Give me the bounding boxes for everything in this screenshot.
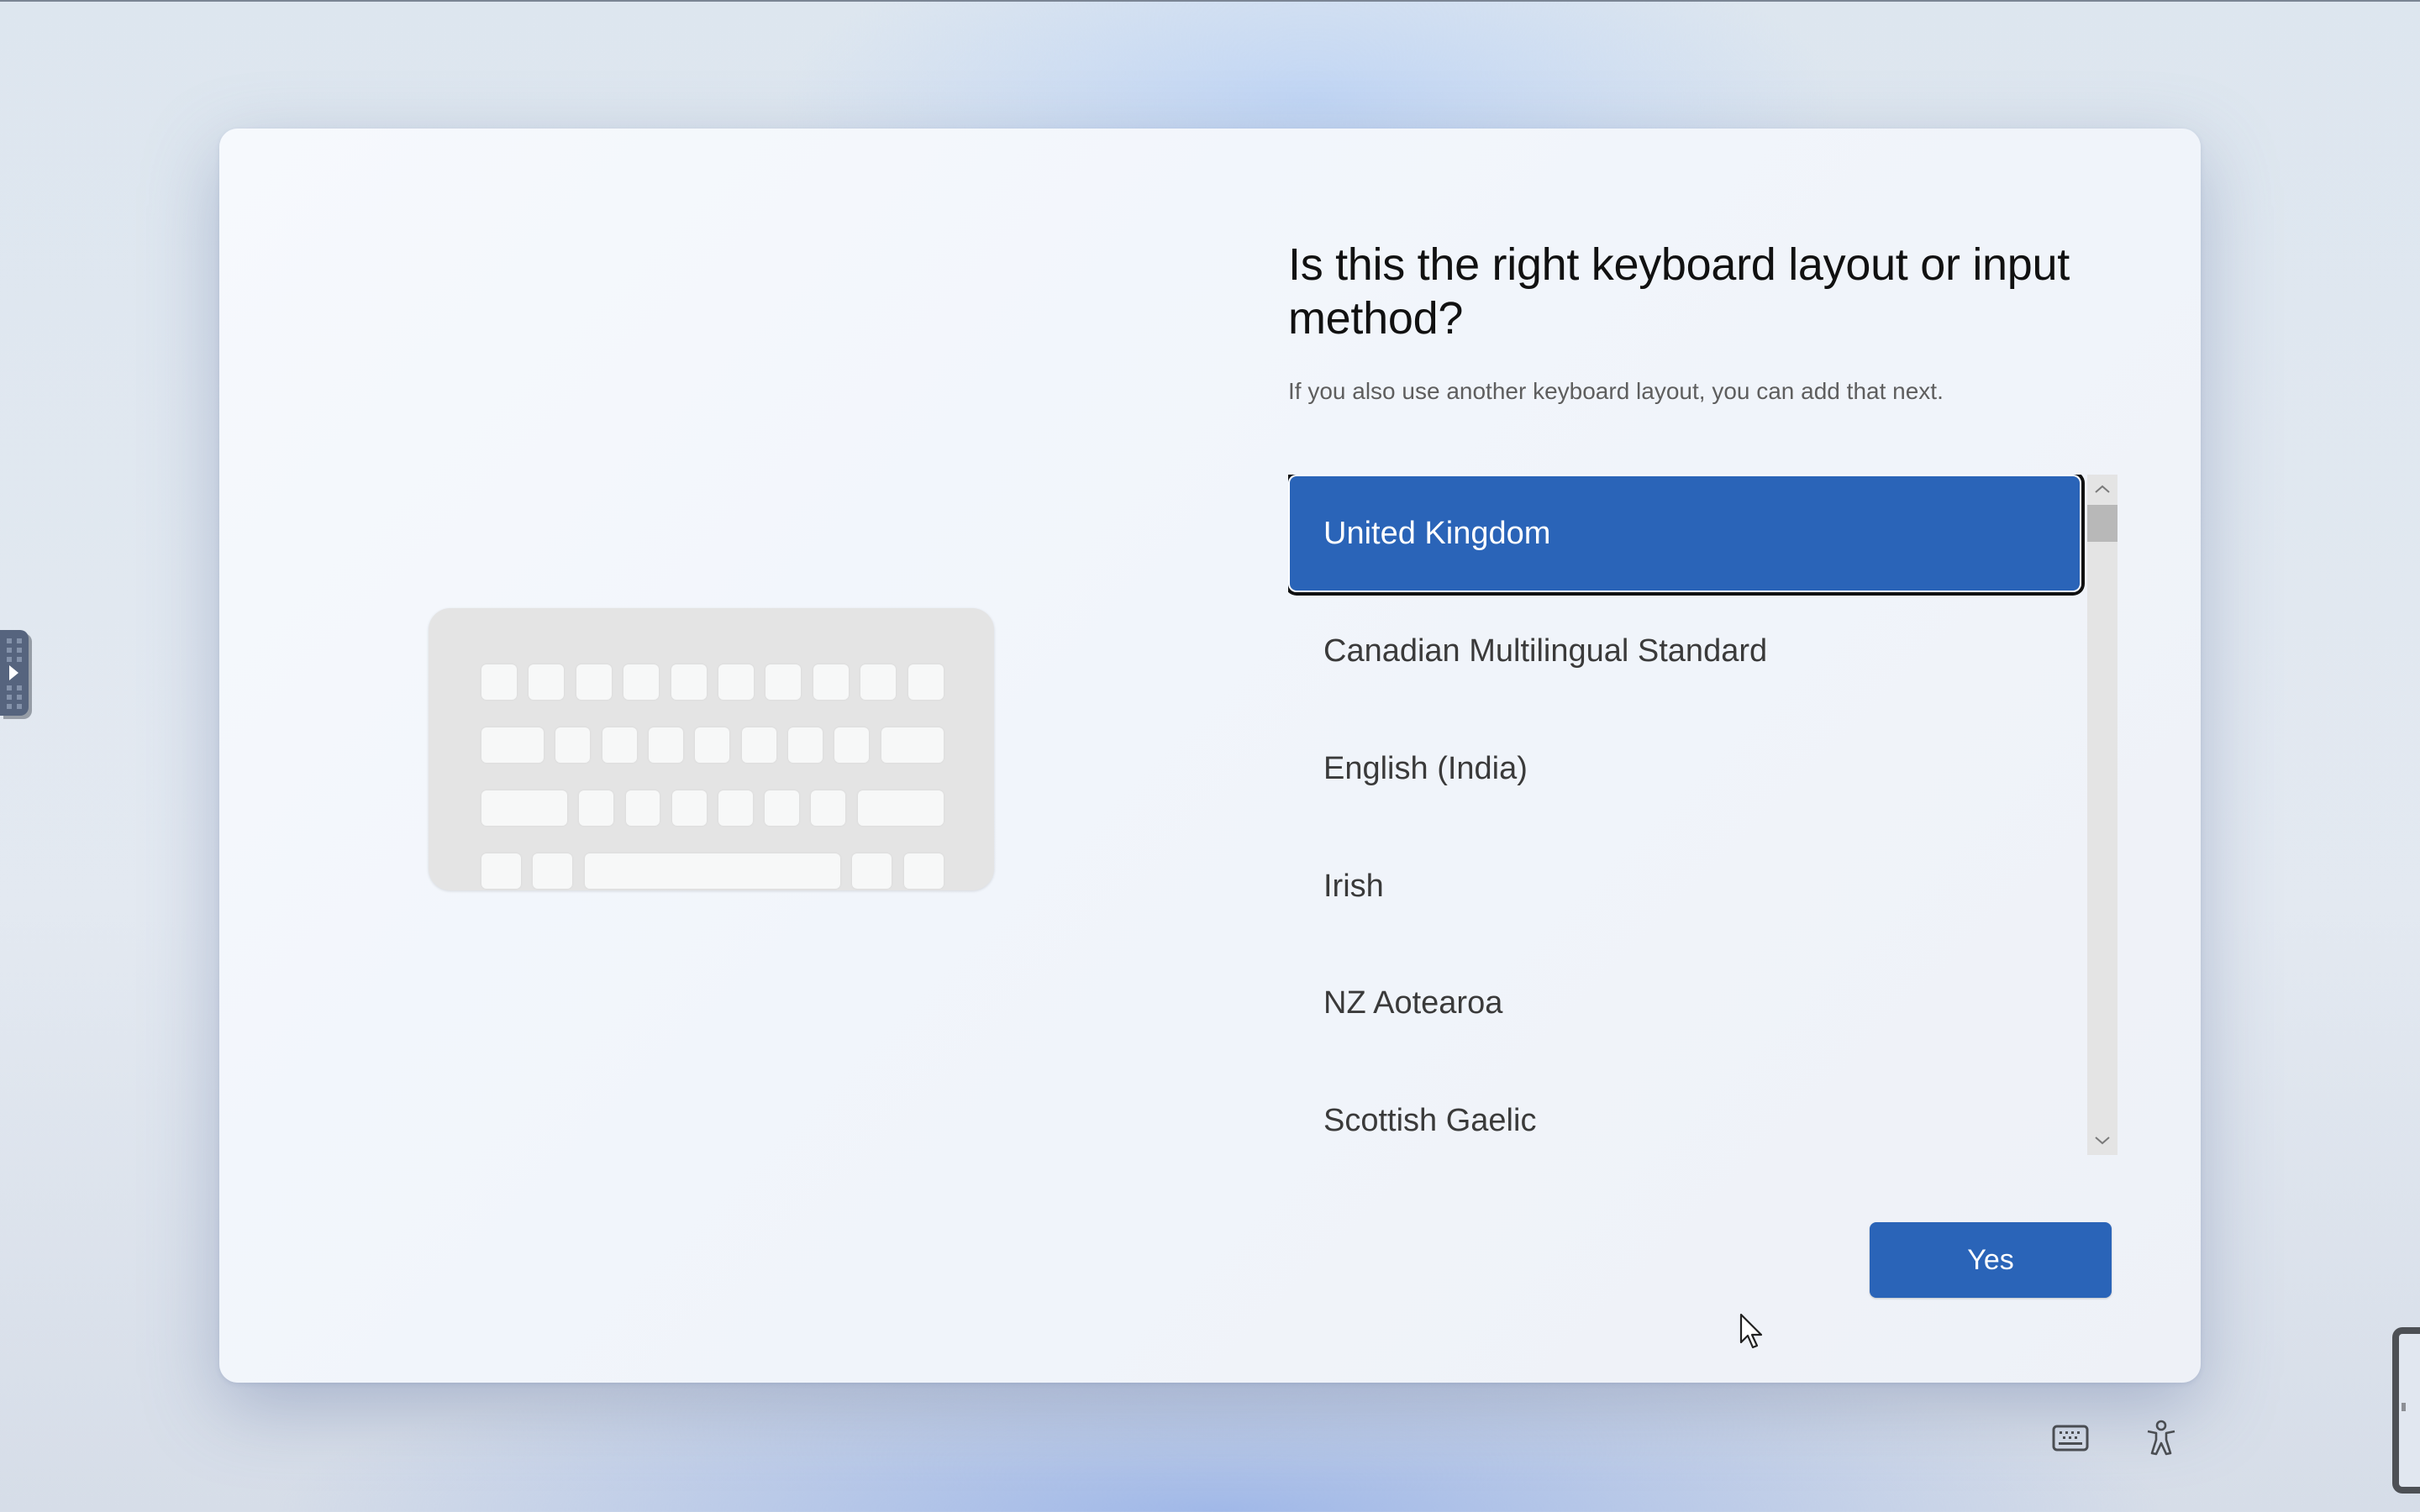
keyboard-key xyxy=(811,790,846,826)
scroll-up-button[interactable] xyxy=(2087,476,2118,501)
keyboard-key xyxy=(718,664,754,700)
keyboard-key xyxy=(695,727,730,763)
list-item-scottish-gaelic[interactable]: Scottish Gaelic xyxy=(1288,1062,2081,1155)
accessibility-icon xyxy=(2147,1420,2175,1456)
keyboard-key xyxy=(860,664,897,700)
list-item-label: Scottish Gaelic xyxy=(1323,1102,1537,1138)
oobe-dialog-card: Is this the right keyboard layout or inp… xyxy=(219,129,2201,1383)
keyboard-settings-button[interactable] xyxy=(2050,1418,2091,1458)
play-icon xyxy=(9,665,18,680)
keyboard-key xyxy=(533,853,573,889)
keyboard-key xyxy=(623,664,660,700)
list-item-canadian-multilingual-standard[interactable]: Canadian Multilingual Standard xyxy=(1288,592,2081,710)
keyboard-key xyxy=(741,727,776,763)
scroll-down-button[interactable] xyxy=(2087,1128,2118,1153)
accessibility-button[interactable] xyxy=(2141,1418,2181,1458)
keyboard-key xyxy=(481,790,567,826)
list-item-nz-aotearoa[interactable]: NZ Aotearoa xyxy=(1288,944,2081,1062)
list-item-label: United Kingdom xyxy=(1323,515,1551,551)
keyboard-key xyxy=(718,790,753,826)
keyboard-key xyxy=(857,790,944,826)
scrollbar-thumb[interactable] xyxy=(2087,505,2118,542)
chevron-up-icon xyxy=(2095,485,2110,493)
keyboard-key xyxy=(584,853,841,889)
grip-dots-bottom xyxy=(7,685,22,709)
top-edge-line xyxy=(0,0,2420,2)
mouse-cursor xyxy=(1738,1312,1768,1357)
keyboard-key xyxy=(908,664,944,700)
edge-tick xyxy=(2402,1403,2406,1411)
keyboard-key xyxy=(788,727,823,763)
list-item-label: Canadian Multilingual Standard xyxy=(1323,633,1768,669)
keyboard-key xyxy=(555,727,591,763)
list-item-irish[interactable]: Irish xyxy=(1288,827,2081,945)
keyboard-illustration xyxy=(429,608,994,890)
list-item-united-kingdom[interactable]: United Kingdom xyxy=(1288,475,2081,592)
keyboard-key xyxy=(602,727,637,763)
keyboard-key xyxy=(648,727,683,763)
keyboard-icon xyxy=(2052,1425,2089,1452)
page-subtitle: If you also use another keyboard layout,… xyxy=(1288,378,1944,404)
edge-device-panel xyxy=(2392,1327,2420,1494)
list-scrollbar[interactable] xyxy=(2087,475,2118,1155)
keyboard-key xyxy=(481,664,517,700)
cursor-arrow-icon xyxy=(1739,1313,1763,1349)
keyboard-key xyxy=(671,664,707,700)
keyboard-key xyxy=(903,853,944,889)
keyboard-key xyxy=(481,853,521,889)
keyboard-key xyxy=(481,727,544,763)
list-item-label: English (India) xyxy=(1323,750,1528,786)
keyboard-key xyxy=(881,727,944,763)
keyboard-key xyxy=(625,790,660,826)
page-title: Is this the right keyboard layout or inp… xyxy=(1288,239,2070,344)
grip-dots-top xyxy=(7,638,22,662)
keyboard-key xyxy=(576,664,612,700)
list-item-label: NZ Aotearoa xyxy=(1323,984,1503,1021)
chevron-down-icon xyxy=(2095,1137,2110,1145)
yes-button[interactable]: Yes xyxy=(1870,1222,2112,1298)
keyboard-key xyxy=(529,664,565,700)
keyboard-key xyxy=(579,790,614,826)
list-item-label: Irish xyxy=(1323,868,1384,904)
keyboard-key xyxy=(834,727,870,763)
side-panel-handle[interactable] xyxy=(0,630,29,716)
keyboard-key xyxy=(671,790,707,826)
keyboard-key xyxy=(813,664,849,700)
keyboard-key xyxy=(765,790,799,826)
keyboard-key xyxy=(765,664,802,700)
keyboard-layout-list[interactable]: United Kingdom Canadian Multilingual Sta… xyxy=(1288,475,2086,1155)
list-item-english-india[interactable]: English (India) xyxy=(1288,710,2081,827)
keyboard-key xyxy=(852,853,892,889)
